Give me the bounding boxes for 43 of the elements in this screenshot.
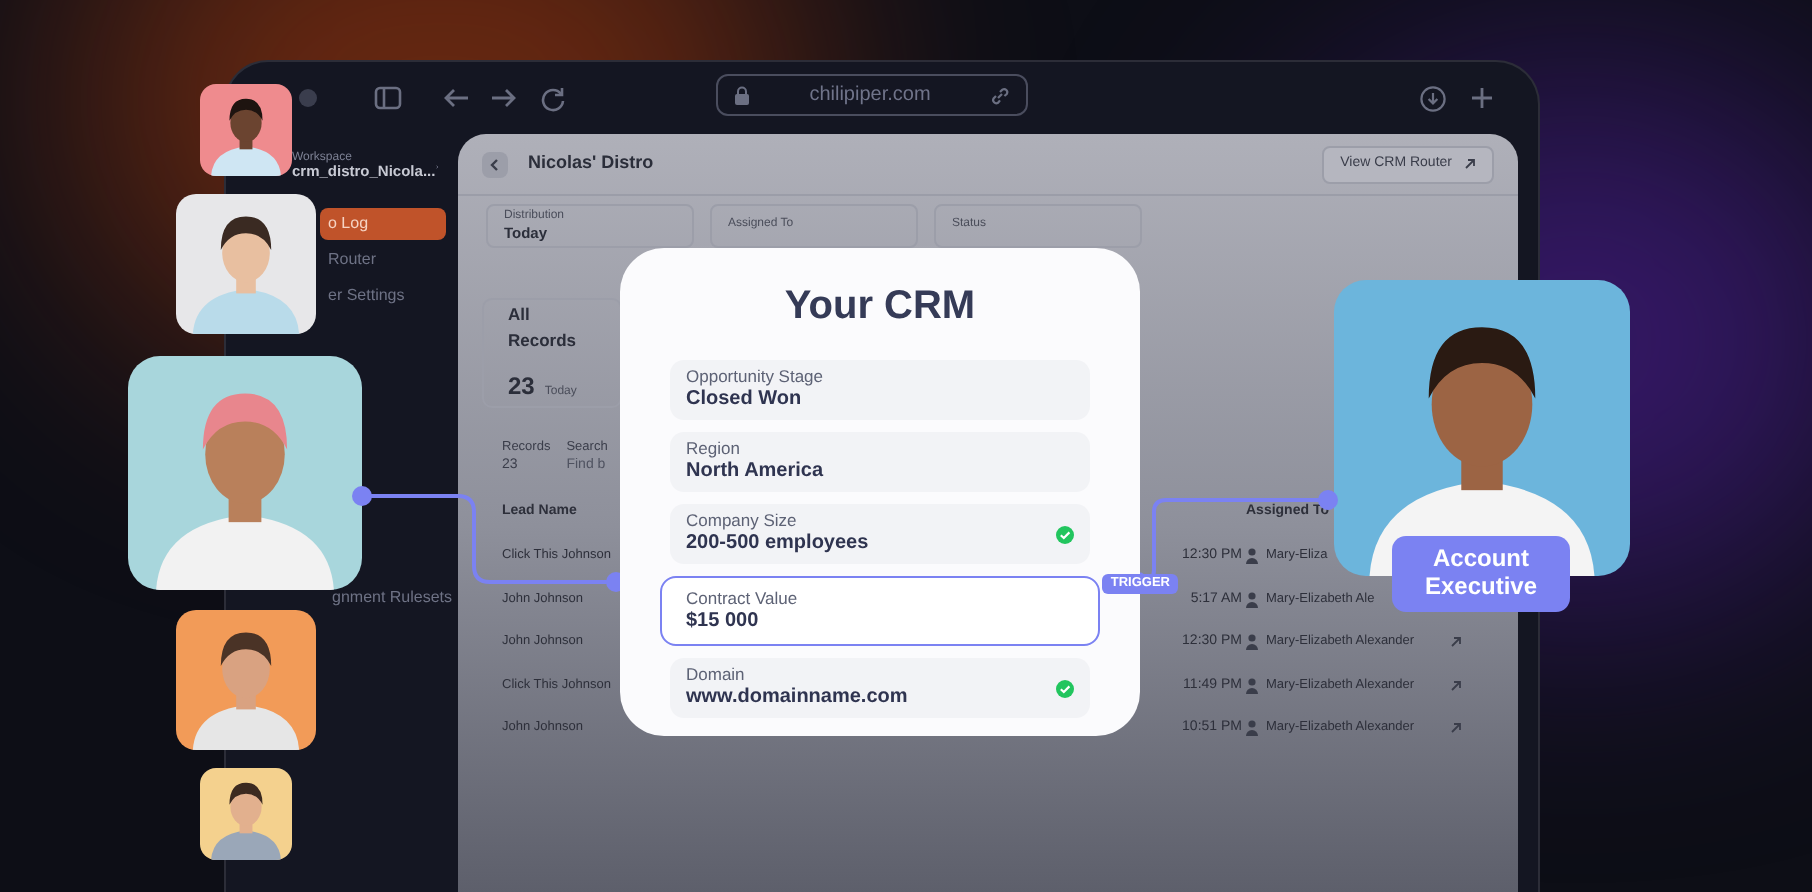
sidebar-toggle-icon[interactable] (374, 86, 402, 110)
crm-field[interactable]: Company Size 200-500 employees (670, 504, 1090, 564)
page-title: Nicolas' Distro (528, 150, 654, 177)
reload-icon[interactable] (540, 85, 566, 111)
person-icon (1246, 548, 1258, 565)
field-value: Closed Won (686, 388, 804, 414)
person-icon (1246, 634, 1258, 651)
back-button-icon[interactable] (482, 151, 508, 177)
field-label: Domain (686, 664, 747, 687)
address-bar[interactable]: chilipiper.com (716, 74, 1028, 116)
new-tab-icon[interactable] (1470, 86, 1494, 110)
link-icon[interactable] (990, 85, 1010, 105)
lock-icon (734, 85, 750, 105)
crm-field[interactable]: Domain www.domainname.com (670, 658, 1090, 718)
crm-field[interactable]: Opportunity Stage Closed Won (670, 360, 1090, 420)
card-title: Your CRM (784, 282, 976, 332)
field-label: Opportunity Stage (686, 366, 826, 389)
person-icon (1246, 720, 1258, 737)
arrow-icon[interactable] (1450, 679, 1462, 692)
arrow-icon[interactable] (1450, 722, 1462, 735)
field-value: 200-500 employees (686, 532, 871, 558)
field-value: North America (686, 460, 826, 486)
field-label: Company Size (686, 510, 799, 533)
field-value: www.domainname.com (686, 686, 910, 712)
url-text: chilipiper.com (807, 82, 933, 110)
forward-arrow-icon[interactable] (490, 86, 518, 110)
person-icon (1246, 677, 1258, 694)
arrow-icon (1464, 158, 1476, 170)
back-arrow-icon[interactable] (442, 86, 470, 110)
sidebar-item[interactable]: o Log (320, 208, 446, 240)
records-card-title: All Records (508, 301, 579, 353)
crm-field[interactable]: Region North America (670, 432, 1090, 492)
records-count: 23 (508, 370, 535, 405)
field-label: Region (686, 438, 742, 461)
field-value: $15 000 (686, 609, 761, 635)
window-dot-icon[interactable] (298, 88, 318, 108)
role-badge: Account Executive (1392, 536, 1570, 612)
arrow-icon[interactable] (1450, 636, 1462, 649)
field-label: Contract Value (686, 587, 800, 610)
sidebar-item[interactable]: er Settings (320, 280, 446, 312)
sidebar-item[interactable]: Router (320, 244, 446, 276)
download-icon[interactable] (1420, 85, 1446, 111)
person-icon (1246, 591, 1258, 608)
